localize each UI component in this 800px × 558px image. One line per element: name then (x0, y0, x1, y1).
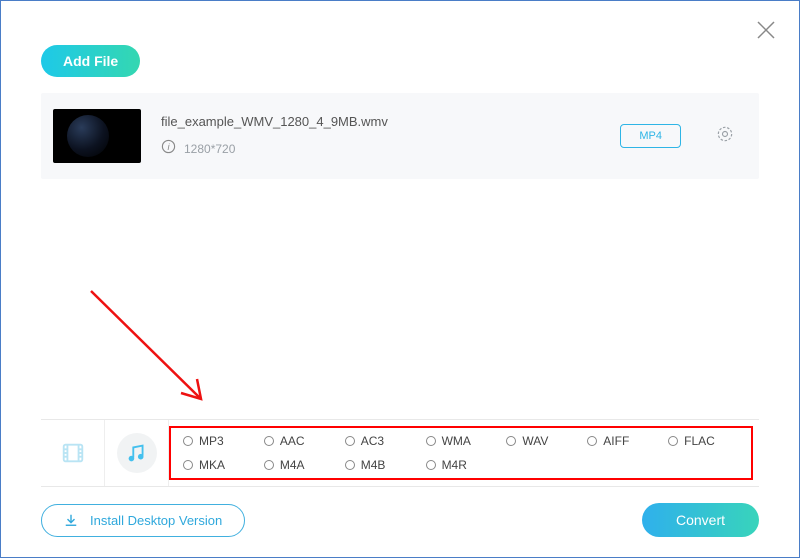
format-label: WMA (442, 434, 471, 448)
file-thumbnail[interactable] (53, 109, 141, 163)
top-bar: Add File (1, 1, 799, 93)
radio-icon (345, 460, 355, 470)
app-window: Add File file_example_WMV_1280_4_9MB.wmv… (0, 0, 800, 558)
download-icon (64, 513, 78, 527)
install-desktop-label: Install Desktop Version (90, 513, 222, 528)
file-resolution: 1280*720 (184, 142, 235, 156)
format-option-wav[interactable]: WAV (506, 434, 583, 448)
format-option-mp3[interactable]: MP3 (183, 434, 260, 448)
close-button[interactable] (755, 19, 777, 46)
format-label: FLAC (684, 434, 715, 448)
radio-icon (264, 460, 274, 470)
radio-icon (426, 460, 436, 470)
format-label: M4R (442, 458, 467, 472)
radio-icon (183, 460, 193, 470)
format-label: AAC (280, 434, 305, 448)
format-label: AIFF (603, 434, 629, 448)
gear-icon (715, 124, 735, 144)
format-option-m4b[interactable]: M4B (345, 458, 422, 472)
radio-icon (668, 436, 678, 446)
install-desktop-button[interactable]: Install Desktop Version (41, 504, 245, 537)
film-icon (60, 440, 86, 466)
format-label: AC3 (361, 434, 384, 448)
radio-icon (345, 436, 355, 446)
radio-icon (506, 436, 516, 446)
format-option-aac[interactable]: AAC (264, 434, 341, 448)
convert-button[interactable]: Convert (642, 503, 759, 537)
thumbnail-image (67, 115, 109, 157)
format-option-mka[interactable]: MKA (183, 458, 260, 472)
file-name: file_example_WMV_1280_4_9MB.wmv (161, 114, 600, 129)
svg-text:i: i (167, 141, 170, 151)
radio-icon (264, 436, 274, 446)
bottom-bar: Install Desktop Version Convert (1, 487, 799, 557)
radio-icon (426, 436, 436, 446)
music-icon (124, 440, 150, 466)
format-label: WAV (522, 434, 548, 448)
format-label: M4B (361, 458, 386, 472)
radio-icon (587, 436, 597, 446)
audio-format-grid: MP3 AAC AC3 WMA WAV AIFF FLAC MKA M4A M4B M4R (169, 420, 759, 486)
info-icon[interactable]: i (161, 139, 176, 159)
format-option-m4r[interactable]: M4R (426, 458, 503, 472)
radio-icon (183, 436, 193, 446)
settings-button[interactable] (715, 124, 735, 149)
file-row: file_example_WMV_1280_4_9MB.wmv i 1280*7… (41, 93, 759, 179)
format-option-aiff[interactable]: AIFF (587, 434, 664, 448)
format-option-flac[interactable]: FLAC (668, 434, 745, 448)
format-label: M4A (280, 458, 305, 472)
add-file-button[interactable]: Add File (41, 45, 140, 77)
video-tab[interactable] (41, 420, 105, 486)
format-option-ac3[interactable]: AC3 (345, 434, 422, 448)
file-meta: file_example_WMV_1280_4_9MB.wmv i 1280*7… (161, 114, 600, 159)
output-format-badge[interactable]: MP4 (620, 124, 681, 148)
format-option-m4a[interactable]: M4A (264, 458, 341, 472)
close-icon (755, 19, 777, 41)
audio-tab[interactable] (105, 420, 169, 486)
format-option-wma[interactable]: WMA (426, 434, 503, 448)
format-label: MKA (199, 458, 225, 472)
format-panel: MP3 AAC AC3 WMA WAV AIFF FLAC MKA M4A M4B M4R (41, 419, 759, 487)
format-label: MP3 (199, 434, 224, 448)
